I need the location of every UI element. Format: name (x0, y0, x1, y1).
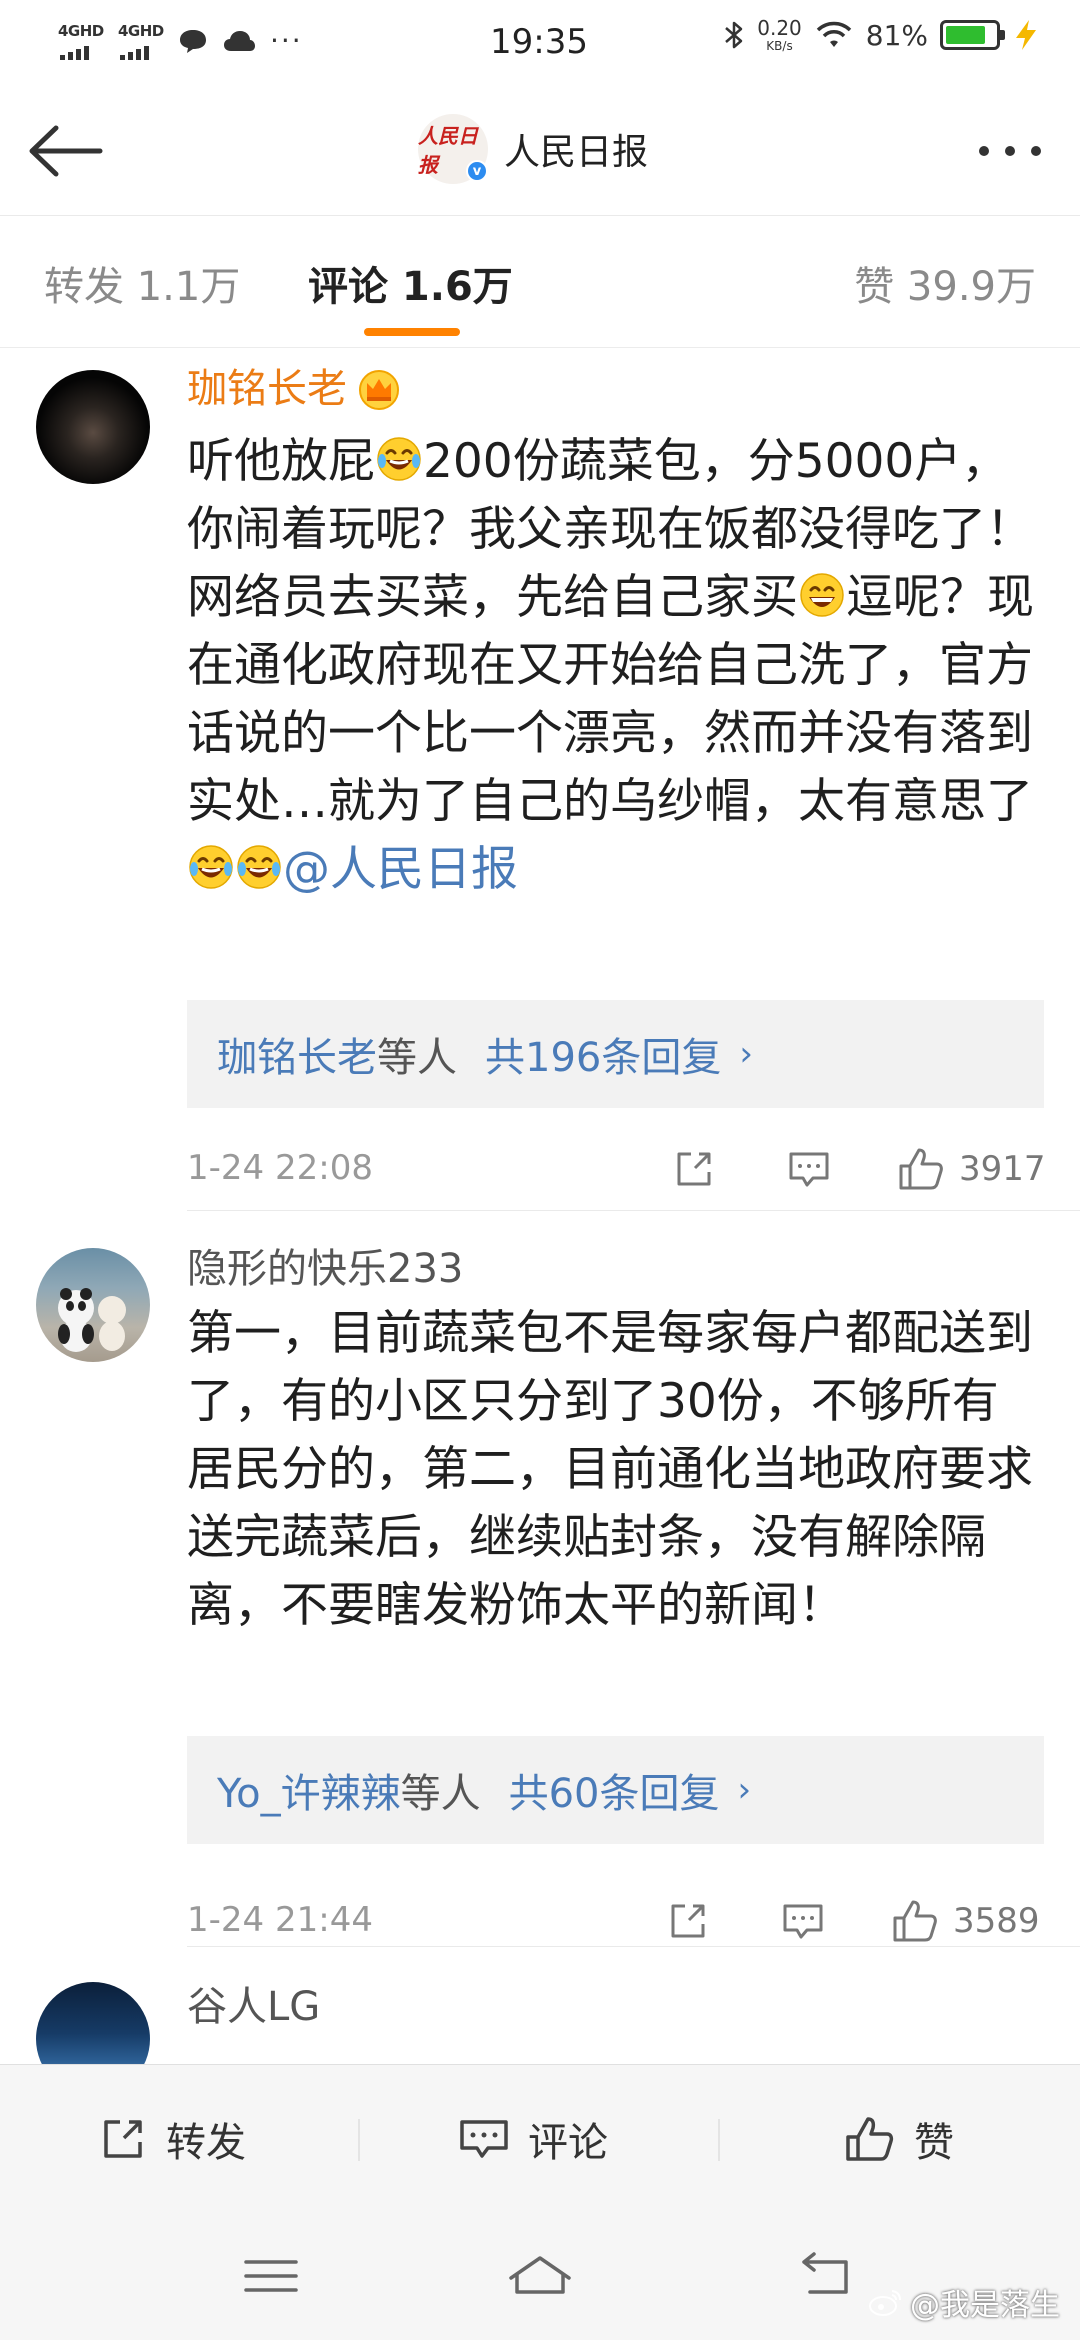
tab-comments[interactable]: 评论 1.6万 (308, 254, 513, 312)
message-bubble-icon (180, 30, 206, 53)
weibo-logo-icon (869, 2290, 901, 2316)
more-notifications-icon: ··· (270, 24, 303, 57)
menu-icon[interactable] (236, 2248, 306, 2304)
divider (358, 2119, 360, 2161)
status-bar: 4GHD 4GHD ··· 19:35 0.20 KB/s 81% (0, 0, 1080, 86)
laugh-cry-emoji-icon (377, 437, 421, 481)
like-button[interactable]: 3589 (891, 1896, 1040, 1946)
replies-summary[interactable]: 珈铭长老 等人 共196条回复 › (187, 1000, 1044, 1108)
account-name[interactable]: 人民日报 (504, 123, 648, 175)
comment-username[interactable]: 谷人LG (187, 1982, 320, 2032)
thumbs-up-icon (893, 1900, 937, 1942)
back-arrow-icon[interactable] (20, 116, 110, 186)
bluetooth-icon (725, 21, 743, 49)
signal-4g-icon: 4GHD (118, 22, 164, 60)
signal-4g-icon: 4GHD (58, 22, 104, 60)
laugh-cry-emoji-icon (189, 845, 233, 889)
clock: 19:35 (490, 22, 588, 62)
laugh-cry-emoji-icon (237, 845, 281, 889)
active-tab-indicator (364, 328, 460, 336)
chevron-right-icon: › (739, 1034, 753, 1074)
cloud-icon (224, 31, 255, 51)
like-post-button[interactable]: 赞 (844, 2065, 954, 2213)
reply-count[interactable]: 共60条回复 (509, 1761, 720, 1819)
share-icon[interactable] (673, 1144, 715, 1194)
comment-time: 1-24 21:44 (187, 1900, 373, 1940)
replies-summary[interactable]: Yo_许辣辣 等人 共60条回复 › (187, 1736, 1044, 1844)
reply-count[interactable]: 共196条回复 (485, 1025, 721, 1083)
battery-icon (940, 20, 1005, 50)
verified-badge-icon: v (466, 160, 488, 182)
account-header[interactable]: 人民日报 v 人民日报 (418, 114, 648, 184)
wifi-icon (816, 21, 851, 47)
user-avatar[interactable] (36, 370, 150, 484)
comment-time: 1-24 22:08 (187, 1148, 373, 1188)
reply-username[interactable]: Yo_许辣辣 (217, 1761, 401, 1819)
crown-icon (359, 370, 399, 410)
reply-username[interactable]: 珈铭长老 (217, 1025, 377, 1083)
panda-toy-icon (58, 1288, 126, 1352)
chevron-right-icon: › (737, 1770, 752, 1810)
like-count: 3917 (959, 1149, 1046, 1189)
account-avatar[interactable]: 人民日报 v (418, 114, 488, 184)
thumbs-up-icon (846, 2117, 894, 2161)
battery-percent: 81% (865, 18, 928, 52)
share-icon[interactable] (667, 1896, 709, 1946)
network-speed: 0.20 KB/s (757, 16, 802, 53)
grin-emoji-icon (800, 573, 844, 617)
repost-icon (104, 2120, 142, 2158)
tab-bar: 转发 1.1万 评论 1.6万 赞 39.9万 (0, 216, 1080, 348)
tab-likes[interactable]: 赞 39.9万 (854, 254, 1036, 312)
bottom-action-bar: 转发 评论 赞 (0, 2064, 1080, 2212)
more-options-icon[interactable] (970, 126, 1050, 176)
divider (718, 2119, 720, 2161)
like-button[interactable]: 3917 (897, 1144, 1046, 1194)
like-count: 3589 (953, 1901, 1040, 1941)
comment-button[interactable]: 评论 (458, 2065, 608, 2213)
mention-link[interactable]: @人民日报 (283, 842, 518, 897)
charging-icon (1016, 20, 1036, 50)
watermark: @我是落生 (868, 2280, 1060, 2324)
divider (187, 1946, 1080, 1947)
back-icon[interactable] (790, 2248, 860, 2304)
user-avatar[interactable] (36, 1248, 150, 1362)
reply-comment-icon[interactable] (781, 1896, 825, 1946)
reply-comment-icon[interactable] (787, 1144, 831, 1194)
comment-icon (460, 2120, 508, 2158)
comment-username[interactable]: 隐形的快乐233 (187, 1244, 463, 1294)
comment-username[interactable]: 珈铭长老 (187, 364, 347, 414)
system-nav-bar: @我是落生 (0, 2212, 1080, 2340)
tab-reposts[interactable]: 转发 1.1万 (44, 254, 240, 312)
home-icon[interactable] (505, 2248, 575, 2304)
page-header: 人民日报 v 人民日报 (0, 86, 1080, 216)
comment-text: 第一，目前蔬菜包不是每家每户都配送到了，有的小区只分到了30份，不够所有居民分的… (187, 1306, 1033, 1633)
thumbs-up-icon (899, 1148, 943, 1190)
divider (187, 1210, 1080, 1211)
comment-text: 听他放屁 200份蔬菜包，分5000户，你闹着玩呢？我父亲现在饭都没得吃了！网络员… (187, 434, 1034, 897)
repost-button[interactable]: 转发 (100, 2065, 246, 2213)
